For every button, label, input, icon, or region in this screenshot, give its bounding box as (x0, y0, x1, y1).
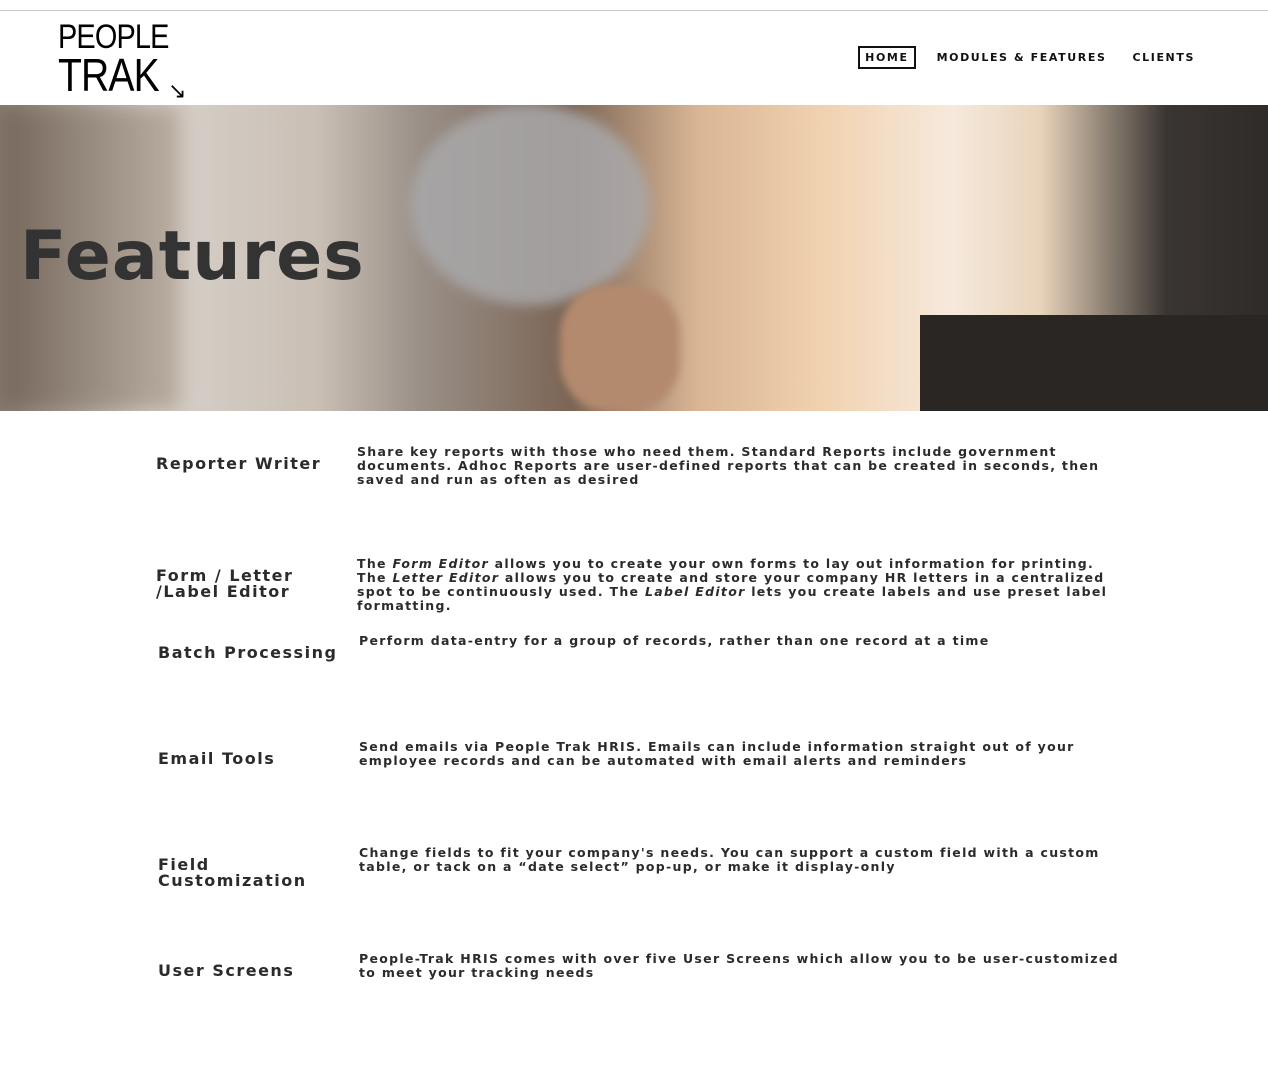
feature-title: Email Tools (158, 749, 276, 768)
feature-title: Reporter Writer (156, 454, 322, 473)
desc-emphasis: Form Editor (392, 556, 489, 571)
feature-title: Field Customization (158, 855, 307, 890)
feature-title: Form / Letter /Label Editor (156, 566, 294, 601)
feature-title: Batch Processing (158, 643, 338, 662)
feature-description: Perform data-entry for a group of record… (359, 633, 990, 648)
nav-clients[interactable]: CLIENTS (1127, 48, 1200, 67)
hero-photo-shape (410, 105, 650, 305)
feature-description: Change fields to fit your company's need… (359, 845, 1100, 874)
hero-photo-shape (920, 315, 1268, 411)
desc-emphasis: Label Editor (644, 584, 746, 599)
page-title: Features (20, 217, 365, 296)
desc-text: The (357, 556, 393, 571)
desc-emphasis: Letter Editor (392, 570, 500, 585)
feature-description: Share key reports with those who need th… (357, 444, 1100, 487)
people-trak-logo[interactable]: PEOPLE TRAK ↘ (58, 20, 188, 103)
feature-description: People-Trak HRIS comes with over five Us… (359, 951, 1119, 980)
arrow-down-right-icon: ↘ (168, 78, 187, 103)
logo-line-2: TRAK (58, 49, 160, 101)
feature-title: User Screens (158, 961, 295, 980)
hero-banner: Features (0, 105, 1268, 411)
top-divider (0, 10, 1268, 11)
feature-description: The Form Editor allows you to create you… (357, 557, 1127, 613)
hero-photo-shape (560, 285, 680, 411)
nav-home[interactable]: HOME (858, 46, 916, 69)
main-nav: HOME MODULES & FEATURES CLIENTS (858, 46, 1200, 69)
feature-description: Send emails via People Trak HRIS. Emails… (359, 739, 1075, 768)
nav-modules-features[interactable]: MODULES & FEATURES (932, 48, 1112, 67)
